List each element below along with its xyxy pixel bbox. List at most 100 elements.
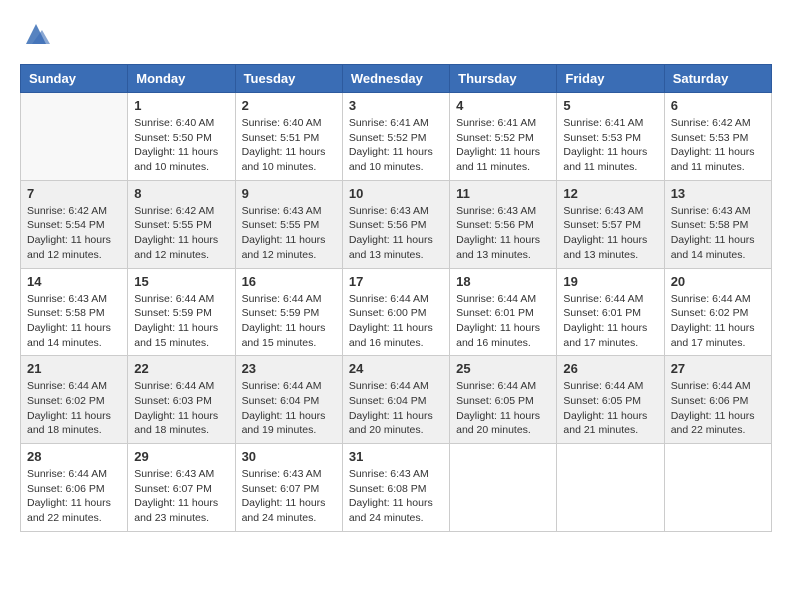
- page-header: [20, 20, 772, 54]
- day-number: 31: [349, 449, 443, 464]
- day-number: 3: [349, 98, 443, 113]
- day-number: 13: [671, 186, 765, 201]
- day-info: Sunrise: 6:43 AMSunset: 5:56 PMDaylight:…: [456, 204, 550, 263]
- calendar-week-row: 7Sunrise: 6:42 AMSunset: 5:54 PMDaylight…: [21, 180, 772, 268]
- calendar-cell: 10 Sunrise: 6:43 AMSunset: 5:56 PMDayligh…: [342, 180, 449, 268]
- day-info: Sunrise: 6:43 AMSunset: 5:58 PMDaylight:…: [671, 204, 765, 263]
- calendar-cell: 22 Sunrise: 6:44 AMSunset: 6:03 PMDayligh…: [128, 356, 235, 444]
- day-number: 4: [456, 98, 550, 113]
- day-number: 17: [349, 274, 443, 289]
- day-info: Sunrise: 6:40 AMSunset: 5:50 PMDaylight:…: [134, 116, 228, 175]
- header-monday: Monday: [128, 65, 235, 93]
- day-info: Sunrise: 6:44 AMSunset: 6:05 PMDaylight:…: [563, 379, 657, 438]
- calendar-week-row: 14 Sunrise: 6:43 AMSunset: 5:58 PMDayligh…: [21, 268, 772, 356]
- day-number: 20: [671, 274, 765, 289]
- calendar-cell: 30 Sunrise: 6:43 AMSunset: 6:07 PMDayligh…: [235, 444, 342, 532]
- day-number: 5: [563, 98, 657, 113]
- calendar-cell: 21Sunrise: 6:44 AMSunset: 6:02 PMDayligh…: [21, 356, 128, 444]
- day-info: Sunrise: 6:44 AMSunset: 6:06 PMDaylight:…: [671, 379, 765, 438]
- calendar-cell: 2 Sunrise: 6:40 AMSunset: 5:51 PMDaylight…: [235, 93, 342, 181]
- logo-icon: [22, 20, 50, 48]
- day-info: Sunrise: 6:42 AMSunset: 5:55 PMDaylight:…: [134, 204, 228, 263]
- calendar-cell: 24 Sunrise: 6:44 AMSunset: 6:04 PMDayligh…: [342, 356, 449, 444]
- day-info: Sunrise: 6:43 AMSunset: 5:56 PMDaylight:…: [349, 204, 443, 263]
- calendar-week-row: 21Sunrise: 6:44 AMSunset: 6:02 PMDayligh…: [21, 356, 772, 444]
- day-info: Sunrise: 6:42 AMSunset: 5:54 PMDaylight:…: [27, 204, 121, 263]
- day-info: Sunrise: 6:43 AMSunset: 5:55 PMDaylight:…: [242, 204, 336, 263]
- calendar-cell: 15 Sunrise: 6:44 AMSunset: 5:59 PMDayligh…: [128, 268, 235, 356]
- calendar-cell: 16 Sunrise: 6:44 AMSunset: 5:59 PMDayligh…: [235, 268, 342, 356]
- calendar-cell: 14 Sunrise: 6:43 AMSunset: 5:58 PMDayligh…: [21, 268, 128, 356]
- day-number: 16: [242, 274, 336, 289]
- calendar-cell: 28 Sunrise: 6:44 AMSunset: 6:06 PMDayligh…: [21, 444, 128, 532]
- calendar-cell: 3 Sunrise: 6:41 AMSunset: 5:52 PMDaylight…: [342, 93, 449, 181]
- calendar-cell: [21, 93, 128, 181]
- day-number: 24: [349, 361, 443, 376]
- day-info: Sunrise: 6:44 AMSunset: 6:05 PMDaylight:…: [456, 379, 550, 438]
- header-tuesday: Tuesday: [235, 65, 342, 93]
- header-wednesday: Wednesday: [342, 65, 449, 93]
- day-info: Sunrise: 6:43 AMSunset: 5:58 PMDaylight:…: [27, 292, 121, 351]
- day-number: 28: [27, 449, 121, 464]
- calendar-cell: [664, 444, 771, 532]
- day-number: 25: [456, 361, 550, 376]
- logo: [20, 20, 50, 54]
- header-friday: Friday: [557, 65, 664, 93]
- day-number: 9: [242, 186, 336, 201]
- day-number: 14: [27, 274, 121, 289]
- day-number: 6: [671, 98, 765, 113]
- calendar-cell: [557, 444, 664, 532]
- calendar-table: Sunday Monday Tuesday Wednesday Thursday…: [20, 64, 772, 532]
- header-sunday: Sunday: [21, 65, 128, 93]
- day-info: Sunrise: 6:44 AMSunset: 6:06 PMDaylight:…: [27, 467, 121, 526]
- day-info: Sunrise: 6:44 AMSunset: 6:04 PMDaylight:…: [242, 379, 336, 438]
- day-number: 30: [242, 449, 336, 464]
- calendar-cell: [450, 444, 557, 532]
- day-info: Sunrise: 6:41 AMSunset: 5:53 PMDaylight:…: [563, 116, 657, 175]
- calendar-cell: 31Sunrise: 6:43 AMSunset: 6:08 PMDayligh…: [342, 444, 449, 532]
- day-info: Sunrise: 6:44 AMSunset: 6:01 PMDaylight:…: [563, 292, 657, 351]
- day-number: 23: [242, 361, 336, 376]
- header-thursday: Thursday: [450, 65, 557, 93]
- calendar-cell: 11 Sunrise: 6:43 AMSunset: 5:56 PMDayligh…: [450, 180, 557, 268]
- calendar-cell: 23 Sunrise: 6:44 AMSunset: 6:04 PMDayligh…: [235, 356, 342, 444]
- day-number: 26: [563, 361, 657, 376]
- calendar-week-row: 1 Sunrise: 6:40 AMSunset: 5:50 PMDaylight…: [21, 93, 772, 181]
- calendar-cell: 18 Sunrise: 6:44 AMSunset: 6:01 PMDayligh…: [450, 268, 557, 356]
- day-number: 1: [134, 98, 228, 113]
- calendar-cell: 19 Sunrise: 6:44 AMSunset: 6:01 PMDayligh…: [557, 268, 664, 356]
- day-info: Sunrise: 6:44 AMSunset: 6:00 PMDaylight:…: [349, 292, 443, 351]
- day-number: 11: [456, 186, 550, 201]
- day-number: 19: [563, 274, 657, 289]
- day-number: 10: [349, 186, 443, 201]
- day-info: Sunrise: 6:44 AMSunset: 5:59 PMDaylight:…: [242, 292, 336, 351]
- day-info: Sunrise: 6:44 AMSunset: 5:59 PMDaylight:…: [134, 292, 228, 351]
- calendar-cell: 6Sunrise: 6:42 AMSunset: 5:53 PMDaylight…: [664, 93, 771, 181]
- calendar-cell: 17 Sunrise: 6:44 AMSunset: 6:00 PMDayligh…: [342, 268, 449, 356]
- calendar-cell: 1 Sunrise: 6:40 AMSunset: 5:50 PMDaylight…: [128, 93, 235, 181]
- day-info: Sunrise: 6:44 AMSunset: 6:04 PMDaylight:…: [349, 379, 443, 438]
- day-number: 15: [134, 274, 228, 289]
- day-number: 18: [456, 274, 550, 289]
- day-number: 29: [134, 449, 228, 464]
- calendar-cell: 8Sunrise: 6:42 AMSunset: 5:55 PMDaylight…: [128, 180, 235, 268]
- day-info: Sunrise: 6:41 AMSunset: 5:52 PMDaylight:…: [349, 116, 443, 175]
- day-number: 2: [242, 98, 336, 113]
- day-number: 21: [27, 361, 121, 376]
- day-info: Sunrise: 6:44 AMSunset: 6:02 PMDaylight:…: [671, 292, 765, 351]
- calendar-cell: 5 Sunrise: 6:41 AMSunset: 5:53 PMDaylight…: [557, 93, 664, 181]
- calendar-cell: 4Sunrise: 6:41 AMSunset: 5:52 PMDaylight…: [450, 93, 557, 181]
- day-info: Sunrise: 6:43 AMSunset: 5:57 PMDaylight:…: [563, 204, 657, 263]
- calendar-cell: 12 Sunrise: 6:43 AMSunset: 5:57 PMDayligh…: [557, 180, 664, 268]
- calendar-cell: 20 Sunrise: 6:44 AMSunset: 6:02 PMDayligh…: [664, 268, 771, 356]
- day-number: 22: [134, 361, 228, 376]
- calendar-week-row: 28 Sunrise: 6:44 AMSunset: 6:06 PMDayligh…: [21, 444, 772, 532]
- day-number: 12: [563, 186, 657, 201]
- calendar-header-row: Sunday Monday Tuesday Wednesday Thursday…: [21, 65, 772, 93]
- day-info: Sunrise: 6:43 AMSunset: 6:07 PMDaylight:…: [242, 467, 336, 526]
- calendar-cell: 25 Sunrise: 6:44 AMSunset: 6:05 PMDayligh…: [450, 356, 557, 444]
- day-info: Sunrise: 6:43 AMSunset: 6:07 PMDaylight:…: [134, 467, 228, 526]
- day-info: Sunrise: 6:40 AMSunset: 5:51 PMDaylight:…: [242, 116, 336, 175]
- day-info: Sunrise: 6:44 AMSunset: 6:03 PMDaylight:…: [134, 379, 228, 438]
- day-info: Sunrise: 6:44 AMSunset: 6:01 PMDaylight:…: [456, 292, 550, 351]
